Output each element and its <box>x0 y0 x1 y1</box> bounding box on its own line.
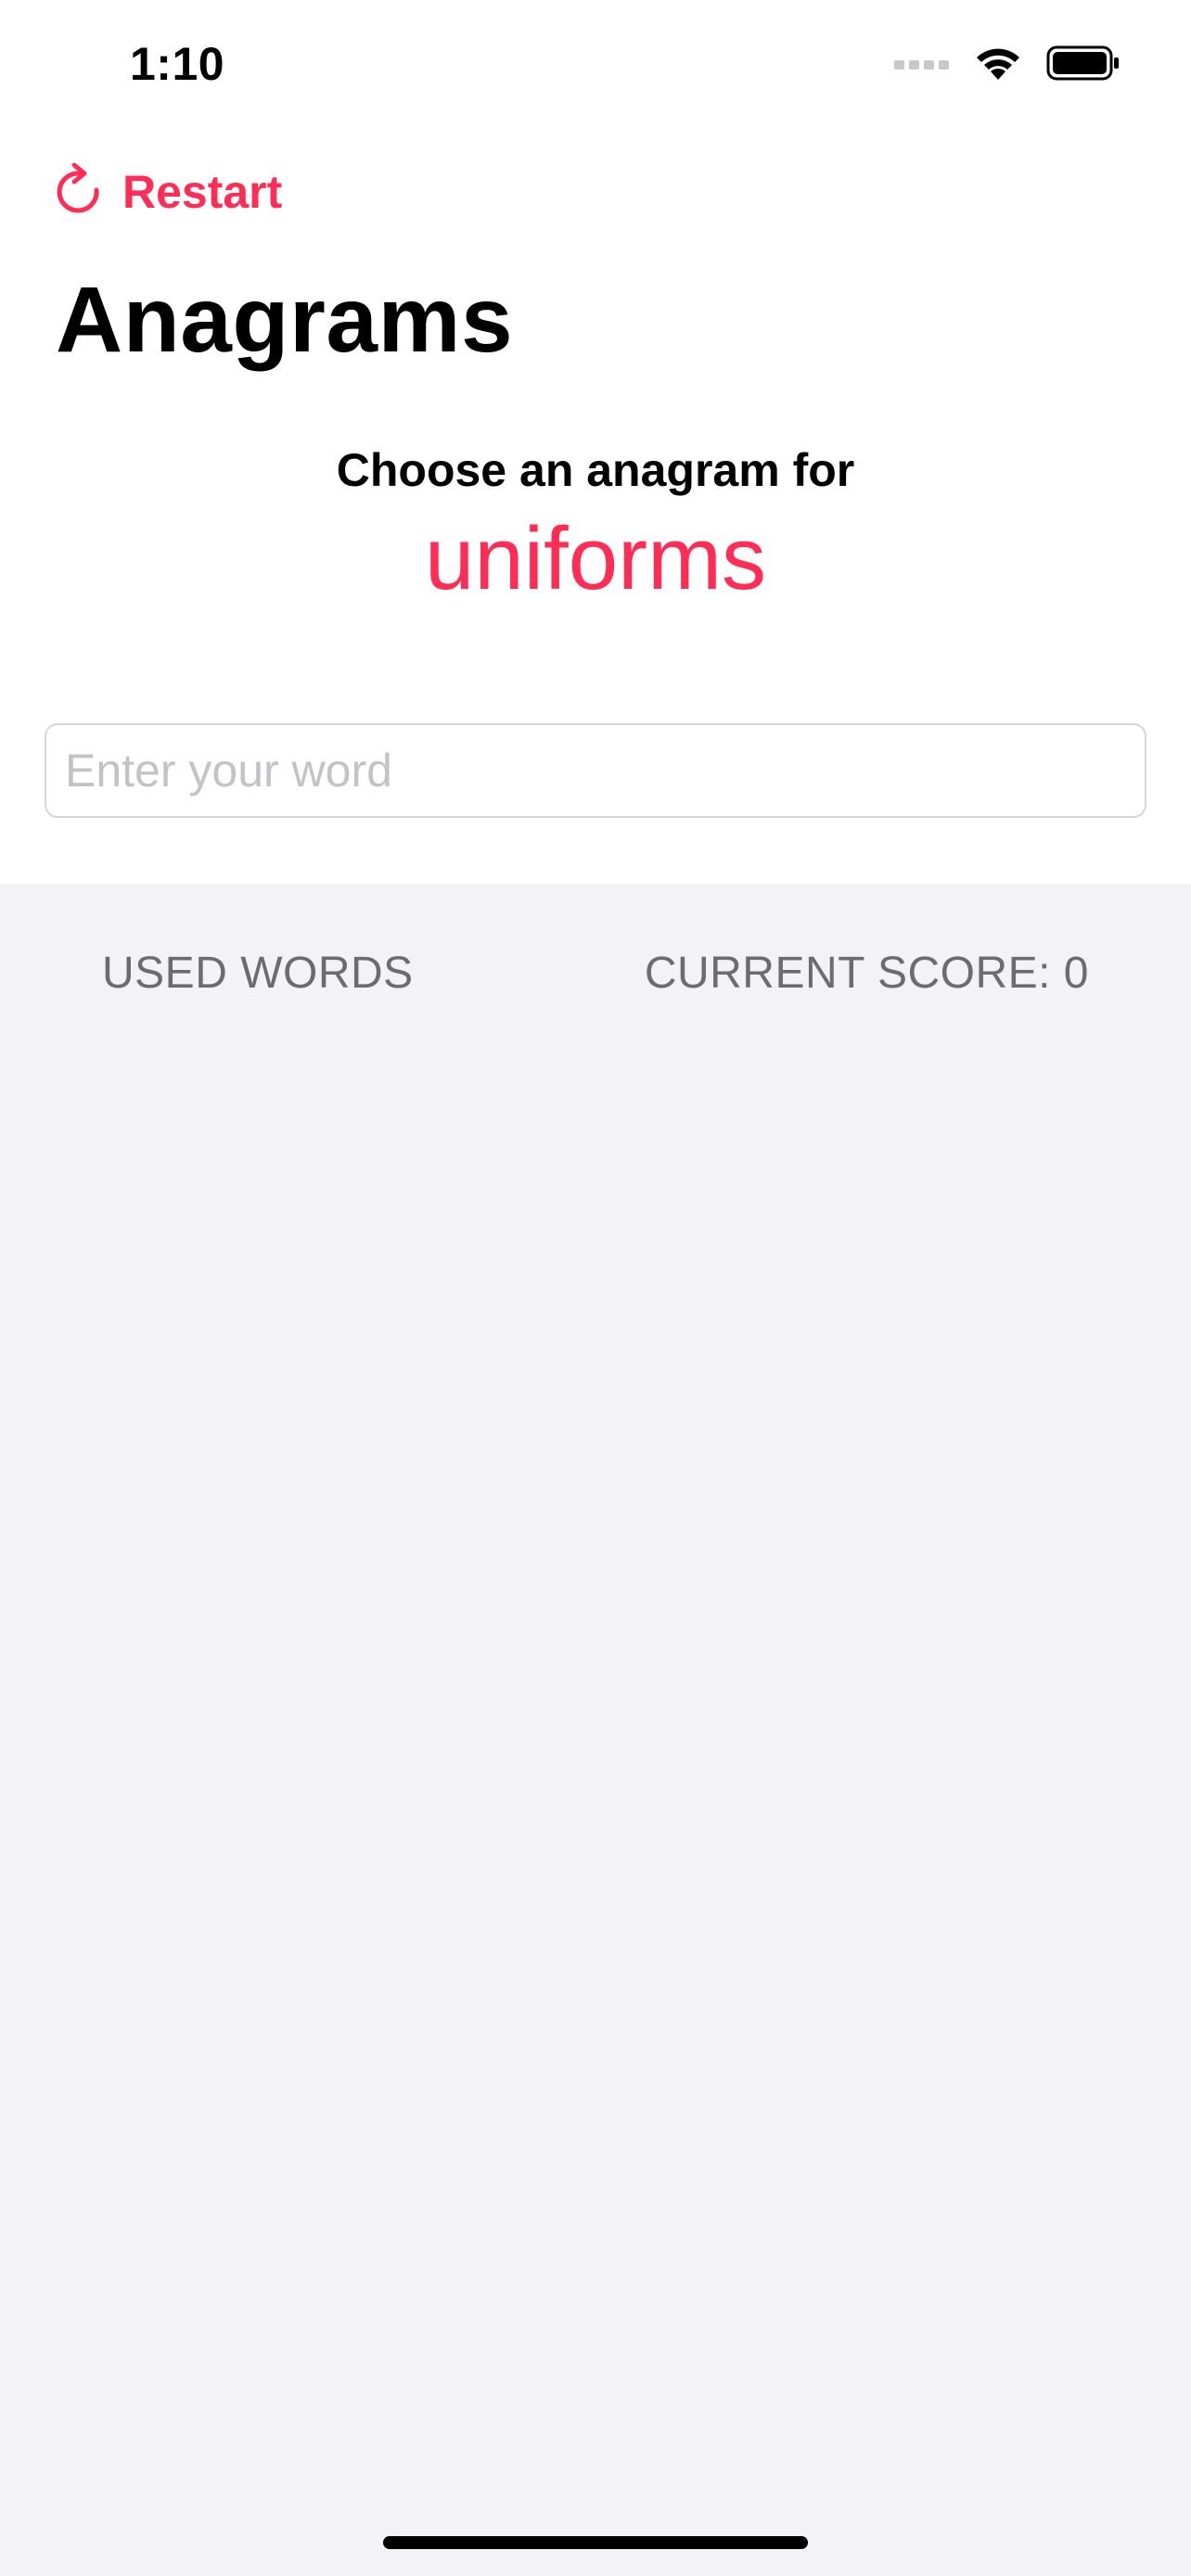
header-area: 1:10 Restart Anagrams Choose an anagram … <box>0 0 1191 884</box>
cellular-signal-icon <box>894 57 950 74</box>
arrow-clockwise-icon <box>54 162 104 221</box>
word-input[interactable] <box>45 723 1146 818</box>
battery-icon <box>1046 45 1121 86</box>
page-title: Anagrams <box>56 268 514 372</box>
status-icons <box>894 45 1121 86</box>
wifi-icon <box>974 45 1022 86</box>
prompt-label: Choose an anagram for <box>336 444 855 496</box>
restart-label: Restart <box>122 165 283 218</box>
used-words-header: USED WORDS <box>102 949 414 998</box>
restart-button[interactable]: Restart <box>54 162 282 221</box>
root-word: uniforms <box>424 509 767 608</box>
status-time: 1:10 <box>130 38 225 90</box>
home-indicator[interactable] <box>383 2536 808 2549</box>
app-screen: 1:10 Restart Anagrams Choose an anagram … <box>0 0 1191 2576</box>
status-bar: 1:10 <box>0 0 1191 139</box>
score-header: CURRENT SCORE: 0 <box>644 949 1089 998</box>
